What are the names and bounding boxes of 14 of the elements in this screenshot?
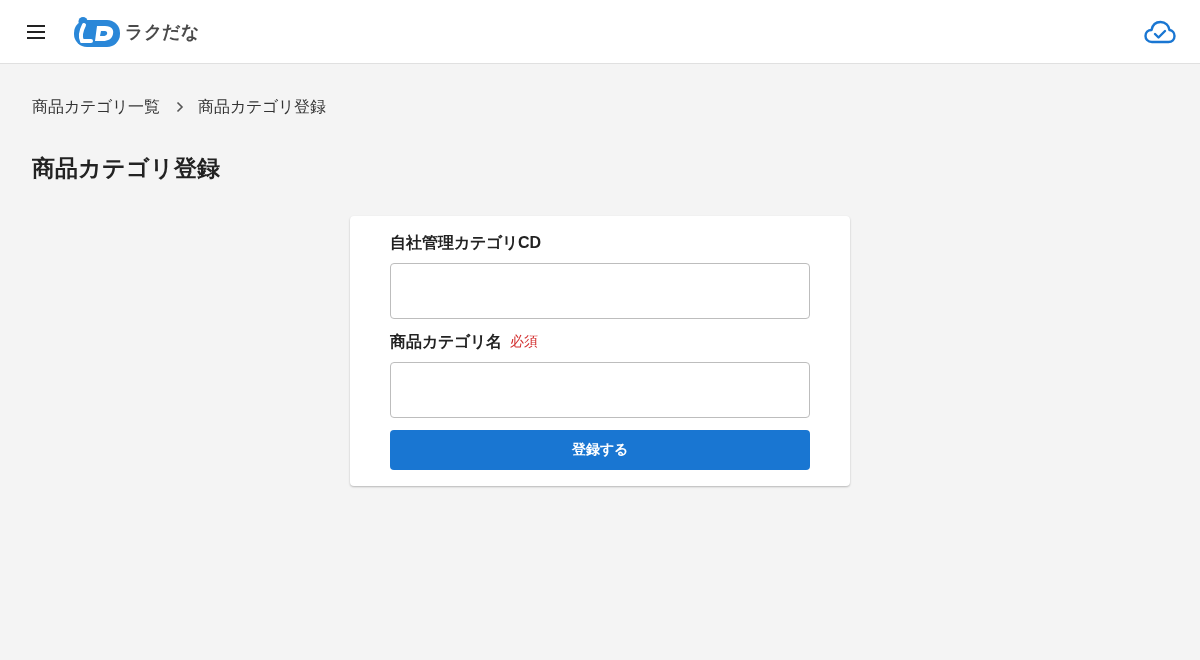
cloud-check-icon [1144,19,1176,44]
submit-button[interactable]: 登録する [390,430,810,470]
input-field[interactable] [390,263,810,319]
logo-icon [74,16,120,47]
required-label: 必須 [510,333,538,351]
breadcrumb-current: 商品カテゴリ登録 [198,97,326,117]
page-title: 商品カテゴリ登録 [32,154,220,183]
brand-name[interactable]: ラクだな [125,19,199,44]
chevron-right-icon [176,101,184,113]
input-field[interactable] [390,362,810,418]
menu-icon [26,24,46,39]
breadcrumb-link[interactable]: 商品カテゴリ一覧 [32,96,160,118]
field-label: 自社管理カテゴリCD [390,232,542,253]
field-label: 商品カテゴリ名 [390,331,502,352]
